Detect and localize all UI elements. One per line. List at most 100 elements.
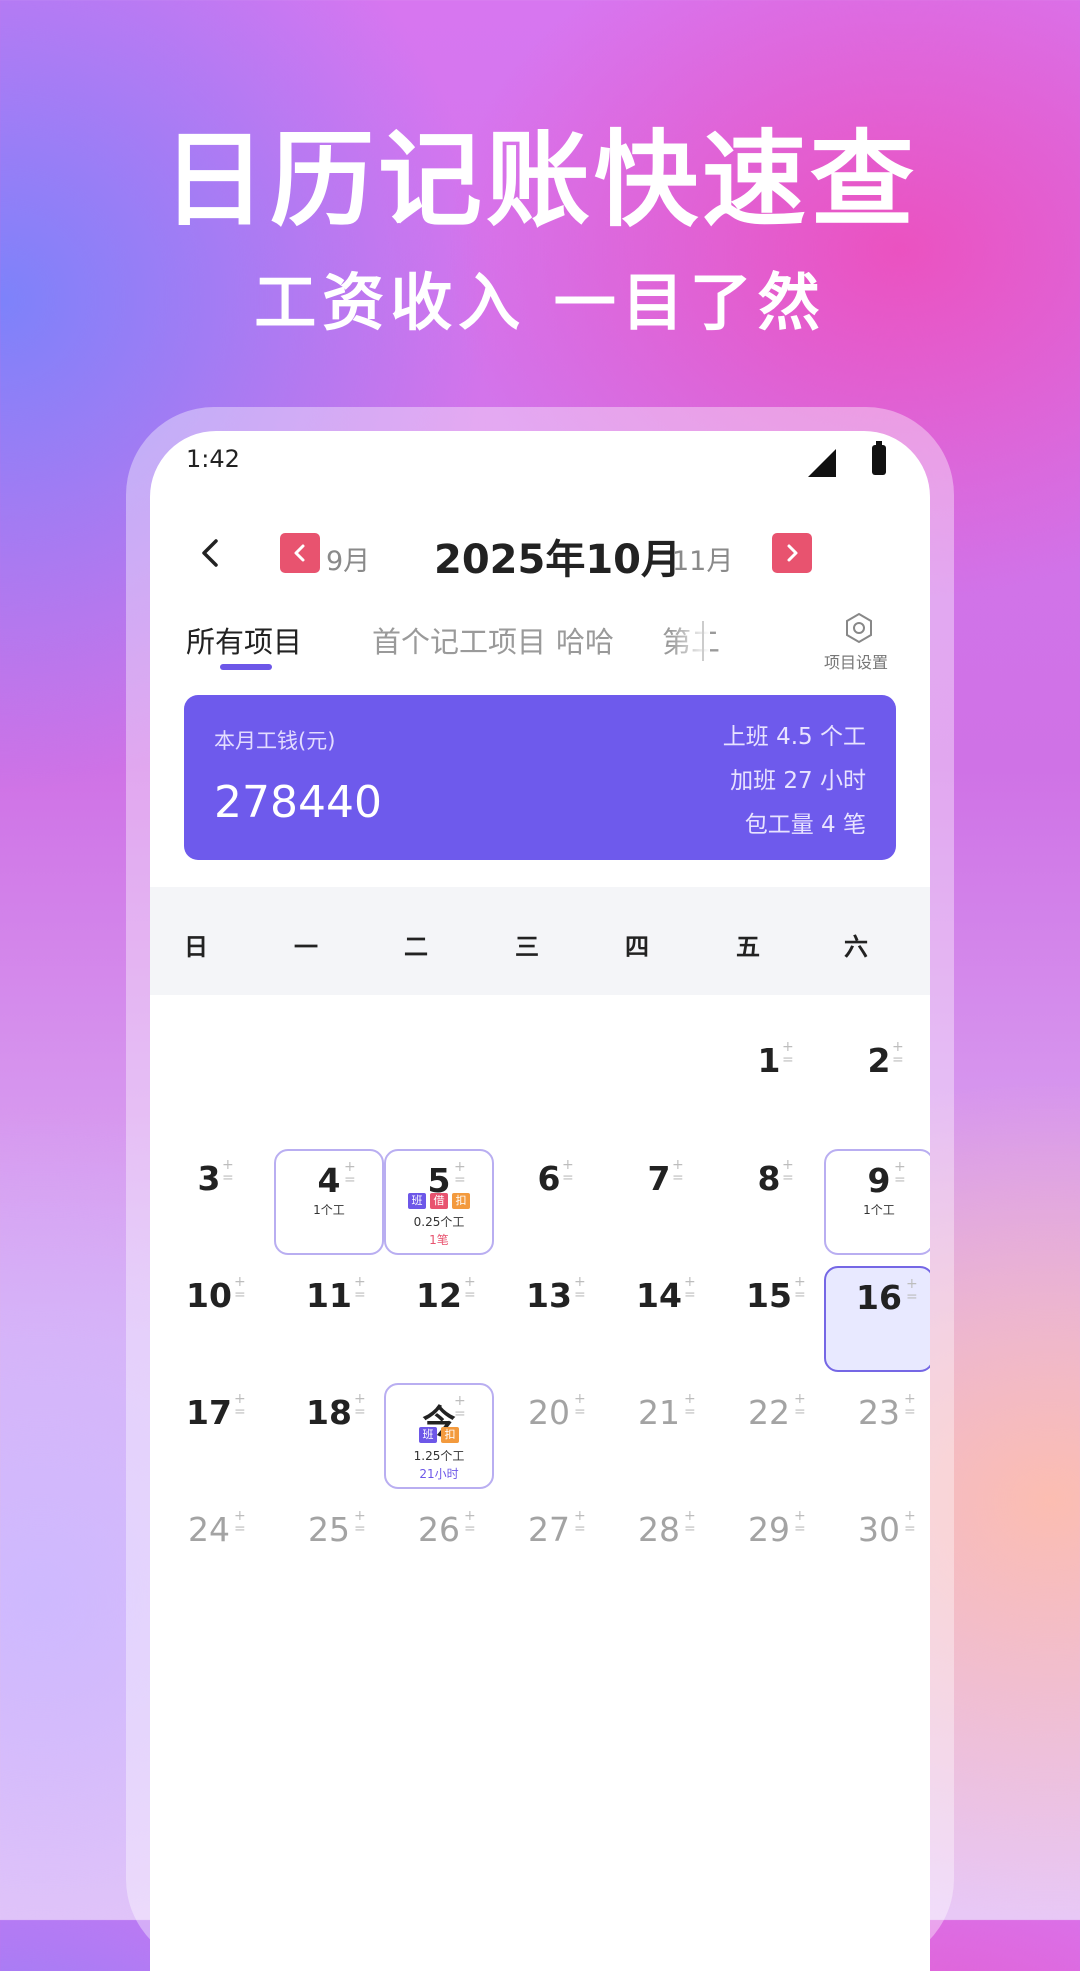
- entry-badges: 班借扣: [386, 1193, 492, 1212]
- calendar-day-4[interactable]: 4 + = 1个工: [274, 1149, 384, 1255]
- day-number: 2: [867, 1041, 891, 1080]
- calendar-day-17[interactable]: 17 + =: [154, 1383, 264, 1489]
- calendar-day-7[interactable]: 7 + =: [604, 1149, 714, 1255]
- day-number: 22: [748, 1393, 790, 1432]
- phone-screen: 1:42 9月 2025年10月 11月 所有项目 首个记工项目 哈哈 第二 项…: [150, 431, 930, 1971]
- day-number: 26: [418, 1510, 460, 1549]
- calendar-day-21[interactable]: 21 + =: [604, 1383, 714, 1489]
- calendar-day-25[interactable]: 25 + =: [274, 1500, 384, 1606]
- day-number: 9: [867, 1161, 891, 1200]
- calendar-day-11[interactable]: 11 + =: [274, 1266, 384, 1372]
- entry-summary-line: 1.25个工: [413, 1449, 465, 1463]
- monthly-summary-card[interactable]: 本月工钱(元) 278440 上班 4.5 个工 加班 27 小时 包工量 4 …: [184, 695, 896, 860]
- entry-mark-icon: + =: [782, 1039, 794, 1068]
- entry-mark-icon: + =: [354, 1508, 366, 1537]
- calendar-day-27[interactable]: 27 + =: [494, 1500, 604, 1606]
- weekday-sun: 日: [184, 933, 208, 961]
- calendar-day-28[interactable]: 28 + =: [604, 1500, 714, 1606]
- tab-divider: [702, 621, 704, 661]
- calendar-day-3[interactable]: 3 + =: [154, 1149, 264, 1255]
- entry-mark-icon: + =: [684, 1391, 696, 1420]
- calendar-day-1[interactable]: 1 + =: [714, 1031, 824, 1137]
- tab-haha[interactable]: 哈哈: [556, 619, 614, 661]
- chevron-left-icon: [294, 544, 305, 562]
- entry-mark-icon: + =: [892, 1039, 904, 1068]
- calendar-day-20[interactable]: 20 + =: [494, 1383, 604, 1489]
- current-month-title: 2025年10月: [434, 537, 681, 583]
- entry-mark-icon: + =: [354, 1391, 366, 1420]
- prev-month-button[interactable]: [280, 533, 320, 573]
- day-number: 8: [757, 1159, 781, 1198]
- day-number: 11: [306, 1276, 352, 1315]
- tab-fade: [670, 611, 710, 663]
- day-number: 6: [537, 1159, 561, 1198]
- entry-mark-icon: + =: [234, 1508, 246, 1537]
- calendar-day-13[interactable]: 13 + =: [494, 1266, 604, 1372]
- calendar-day-2[interactable]: 2 + =: [824, 1031, 930, 1137]
- calendar-day-26[interactable]: 26 + =: [384, 1500, 494, 1606]
- calendar-day-29[interactable]: 29 + =: [714, 1500, 824, 1606]
- promo-headline: 日历记账快速查: [161, 119, 918, 241]
- calendar-day-18[interactable]: 18 + =: [274, 1383, 384, 1489]
- entry-mark-icon: + =: [464, 1508, 476, 1537]
- calendar-day-22[interactable]: 22 + =: [714, 1383, 824, 1489]
- project-settings-label: 项目设置: [824, 653, 889, 672]
- day-number: 3: [197, 1159, 221, 1198]
- signal-icon: [808, 449, 836, 477]
- weekday-sat: 六: [844, 933, 868, 961]
- next-month-button[interactable]: [772, 533, 812, 573]
- day-number: 13: [526, 1276, 572, 1315]
- entry-badge: 借: [430, 1193, 448, 1209]
- promo-subline: 工资收入 一目了然: [254, 266, 826, 339]
- status-time: 1:42: [186, 445, 240, 473]
- prev-month-label[interactable]: 9月: [326, 539, 370, 578]
- tab-all-projects[interactable]: 所有项目: [186, 619, 302, 661]
- day-number: 7: [647, 1159, 671, 1198]
- calendar-day-6[interactable]: 6 + =: [494, 1149, 604, 1255]
- back-button[interactable]: [190, 533, 230, 573]
- entry-mark-icon: + =: [464, 1274, 476, 1303]
- calendar-day-15[interactable]: 15 + =: [714, 1266, 824, 1372]
- calendar-day-12[interactable]: 12 + =: [384, 1266, 494, 1372]
- chevron-right-icon: [787, 544, 798, 562]
- work-days-stat: 上班 4.5 个工: [722, 724, 866, 750]
- entry-badges: 班扣: [386, 1427, 492, 1446]
- entry-summary-line: 0.25个工: [413, 1215, 465, 1229]
- calendar-day-24[interactable]: 24 + =: [154, 1500, 264, 1606]
- day-number: 29: [748, 1510, 790, 1549]
- entry-mark-icon: + =: [562, 1157, 574, 1186]
- calendar-day-30[interactable]: 30 + =: [824, 1500, 930, 1606]
- day-number: 25: [308, 1510, 350, 1549]
- entry-mark-icon: + =: [234, 1391, 246, 1420]
- calendar-day-今[interactable]: 今 + = 班扣 1.25个工 21小时: [384, 1383, 494, 1489]
- entry-badge: 班: [419, 1427, 437, 1443]
- entry-mark-icon: + =: [574, 1508, 586, 1537]
- calendar-day-23[interactable]: 23 + =: [824, 1383, 930, 1489]
- chevron-left-icon: [202, 539, 218, 567]
- entry-summary-line: 1个工: [863, 1203, 895, 1217]
- day-number: 14: [636, 1276, 682, 1315]
- active-tab-indicator: [220, 664, 272, 670]
- weekday-thu: 四: [625, 933, 649, 961]
- day-number: 20: [528, 1393, 570, 1432]
- weekday-mon: 一: [294, 933, 318, 961]
- calendar-day-5[interactable]: 5 + = 班借扣 0.25个工 1笔: [384, 1149, 494, 1255]
- entry-mark-icon: + =: [354, 1274, 366, 1303]
- calendar-day-9[interactable]: 9 + = 1个工: [824, 1149, 930, 1255]
- entry-mark-icon: + =: [684, 1508, 696, 1537]
- weekday-wed: 三: [515, 933, 539, 961]
- entry-mark-icon: + =: [894, 1159, 906, 1188]
- calendar-day-14[interactable]: 14 + =: [604, 1266, 714, 1372]
- calendar-day-16[interactable]: 16 + =: [824, 1266, 930, 1372]
- day-number: 21: [638, 1393, 680, 1432]
- next-month-label[interactable]: 11月: [672, 539, 733, 578]
- contract-count-stat: 包工量 4 笔: [744, 812, 866, 838]
- entry-badge: 扣: [452, 1193, 470, 1209]
- calendar-day-10[interactable]: 10 + =: [154, 1266, 264, 1372]
- day-number: 15: [746, 1276, 792, 1315]
- day-number: 4: [317, 1161, 341, 1200]
- calendar-day-8[interactable]: 8 + =: [714, 1149, 824, 1255]
- tab-first-project[interactable]: 首个记工项目: [372, 619, 546, 661]
- entry-mark-icon: + =: [782, 1157, 794, 1186]
- entry-mark-icon: + =: [672, 1157, 684, 1186]
